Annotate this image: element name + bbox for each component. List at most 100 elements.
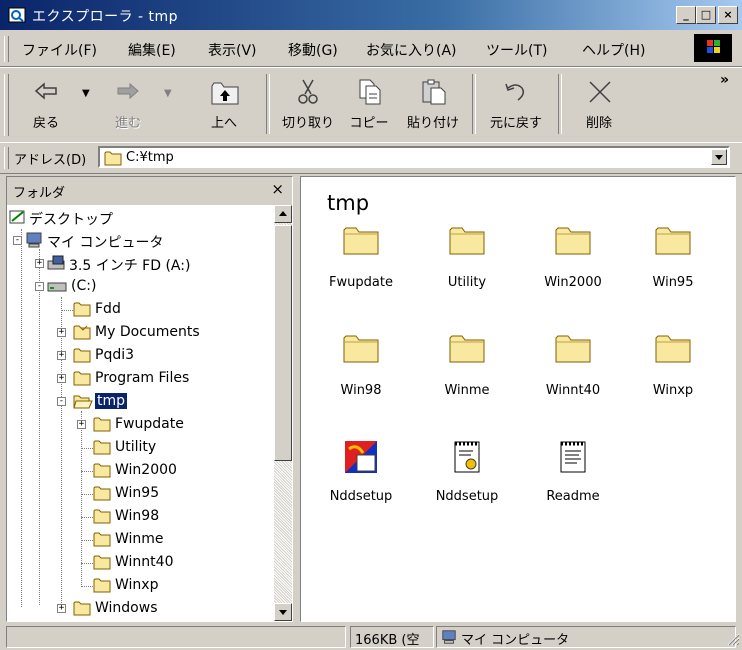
file-item[interactable]: Readme (523, 439, 623, 535)
item-label: Winxp (652, 383, 694, 398)
minimize-button[interactable]: _ (676, 6, 696, 24)
scroll-down-button[interactable] (274, 603, 292, 621)
cut-label: 切り取り (281, 116, 334, 131)
item-label: Winnt40 (545, 383, 601, 398)
expand-toggle[interactable]: + (57, 328, 66, 337)
menu-grip[interactable] (4, 36, 9, 62)
menu-file[interactable]: ファイル(F) (22, 40, 97, 60)
tree-scrollbar[interactable] (274, 205, 292, 621)
cut-button[interactable]: 切り取り (276, 72, 340, 138)
folder-icon (449, 333, 485, 363)
expand-toggle[interactable]: + (57, 374, 66, 383)
menu-edit[interactable]: 編集(E) (128, 40, 176, 60)
file-item[interactable]: Utility (417, 225, 517, 321)
folder-icon (93, 577, 111, 593)
folder-icon (93, 416, 111, 432)
tree-line (81, 448, 93, 449)
tree-label: Winnt40 (115, 554, 174, 570)
forward-dropdown-icon[interactable]: ▼ (164, 88, 172, 99)
close-icon[interactable]: × (271, 180, 284, 198)
file-item[interactable]: Winme (417, 333, 517, 429)
scroll-up-button[interactable] (274, 205, 292, 223)
folder-icon (343, 333, 379, 363)
delete-button[interactable]: 削除 (566, 72, 632, 138)
resize-grip-icon[interactable] (724, 630, 740, 646)
toolbar-grip[interactable] (4, 74, 9, 136)
menu-help[interactable]: ヘルプ(H) (582, 40, 645, 60)
chevron-down-icon (279, 610, 287, 615)
setup-ini-icon (454, 441, 480, 473)
copy-label: コピー (349, 116, 389, 131)
folder-icon (73, 347, 91, 363)
menu-favorites[interactable]: お気に入り(A) (366, 40, 457, 60)
address-value: C:¥tmp (126, 150, 174, 165)
address-dropdown-button[interactable] (711, 149, 727, 165)
floppy-drive-icon (47, 255, 65, 270)
paste-button[interactable]: 貼り付け (398, 72, 468, 138)
collapse-toggle[interactable]: - (13, 236, 22, 245)
up-button[interactable]: 上へ (190, 72, 258, 138)
item-label: Readme (546, 489, 600, 504)
back-arrow-icon (34, 82, 57, 100)
standard-toolbar: 戻る ▼ 進む ▼ 上へ 切り取り コピー 貼り付け 元に戻す 削除 » (0, 67, 742, 143)
folder-icon (73, 301, 91, 317)
tree-label: (C:) (71, 278, 97, 294)
file-item[interactable]: Win98 (311, 333, 411, 429)
file-item[interactable]: Win95 (623, 225, 723, 321)
file-item[interactable]: Winxp (623, 333, 723, 429)
scissors-icon (298, 79, 318, 104)
tree-label: Fdd (95, 301, 121, 317)
forward-label: 進む (114, 116, 141, 131)
file-item[interactable]: Winnt40 (523, 333, 623, 429)
windows-logo-icon (694, 34, 732, 62)
window-title: エクスプローラ - tmp (32, 9, 179, 25)
expand-toggle[interactable]: + (77, 420, 86, 429)
expand-toggle[interactable]: + (35, 259, 44, 268)
undo-button[interactable]: 元に戻す (478, 72, 554, 138)
toolbar-chevron[interactable]: » (720, 72, 729, 88)
copy-button[interactable]: コピー (340, 72, 398, 138)
title-bar[interactable]: エクスプローラ - tmp _ □ × (0, 0, 742, 30)
menu-view[interactable]: 表示(V) (208, 40, 257, 60)
expand-toggle[interactable]: + (57, 351, 66, 360)
explorer-icon (8, 7, 26, 23)
menu-tools[interactable]: ツール(T) (486, 40, 547, 60)
menu-bar: ファイル(F) 編集(E) 表示(V) 移動(G) お気に入り(A) ツール(T… (0, 30, 742, 67)
address-grip[interactable] (4, 147, 9, 169)
collapse-toggle[interactable]: - (57, 397, 66, 406)
folder-icon (104, 150, 122, 166)
up-label: 上へ (210, 116, 237, 131)
file-item[interactable]: Fwupdate (311, 225, 411, 321)
tree-line (81, 471, 93, 472)
item-label: Winme (444, 383, 490, 398)
folder-pane-header: フォルダ × (7, 177, 292, 205)
desktop-icon (9, 210, 25, 224)
folder-icon (93, 439, 111, 455)
expand-toggle[interactable]: + (57, 604, 66, 613)
up-folder-icon (211, 82, 239, 105)
folder-icon (655, 333, 691, 363)
maximize-button[interactable]: □ (696, 6, 716, 24)
tree-line (61, 297, 62, 607)
scroll-thumb[interactable] (274, 225, 292, 461)
file-item[interactable]: Win2000 (523, 225, 623, 321)
collapse-toggle[interactable]: - (35, 282, 44, 291)
tree-label: My Documents (95, 324, 200, 340)
folder-tree[interactable]: デスクトップ - マイ コンピュータ + 3.5 インチ FD (A:) - (… (7, 205, 292, 621)
forward-button[interactable]: 進む (100, 72, 156, 138)
close-button[interactable]: × (718, 6, 738, 24)
file-item[interactable]: Nddsetup (417, 439, 517, 535)
status-panel-main (6, 626, 346, 648)
tree-label: Winme (115, 531, 164, 547)
back-dropdown-icon[interactable]: ▼ (82, 88, 90, 99)
status-panel-size: 166KB (空 (350, 626, 434, 648)
folder-icon (343, 225, 379, 255)
menu-go[interactable]: 移動(G) (288, 40, 338, 60)
folder-pane: フォルダ × デスクトップ - マイ コンピュータ + 3.5 インチ FD (… (6, 176, 293, 622)
address-field[interactable]: C:¥tmp (98, 146, 730, 168)
back-button[interactable]: 戻る (18, 72, 74, 138)
folder-title: tmp (327, 191, 370, 215)
content-pane[interactable]: tmp Fwupdate Utility Win2000 Win95 Win98… (300, 176, 736, 622)
file-item[interactable]: Nddsetup (311, 439, 411, 535)
back-label: 戻る (32, 116, 59, 131)
